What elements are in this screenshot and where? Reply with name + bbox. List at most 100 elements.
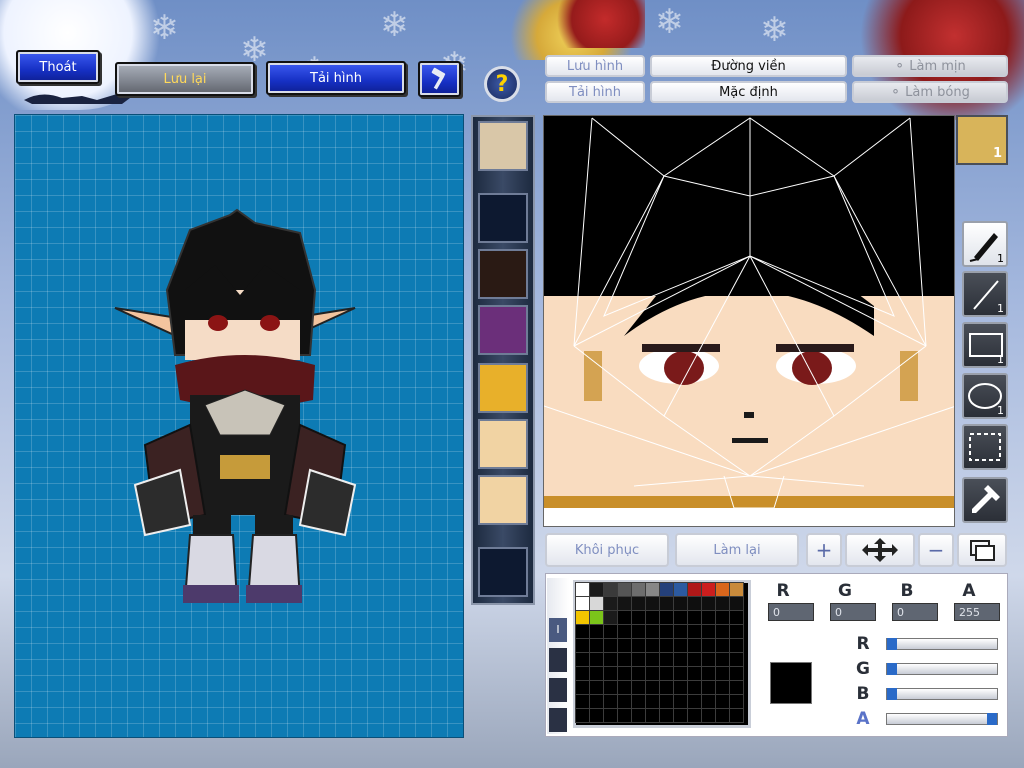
palette-color-cell[interactable] bbox=[659, 610, 674, 625]
palette-color-cell[interactable] bbox=[603, 708, 618, 723]
palette-color-cell[interactable] bbox=[715, 624, 730, 639]
palette-color-cell[interactable] bbox=[659, 582, 674, 597]
restore-button[interactable]: Khôi phục bbox=[545, 533, 669, 567]
palette-color-cell[interactable] bbox=[617, 666, 632, 681]
palette-color-cell[interactable] bbox=[645, 708, 660, 723]
palette-color-cell[interactable] bbox=[645, 624, 660, 639]
palette-color-cell[interactable] bbox=[729, 596, 744, 611]
palette-tab-4[interactable] bbox=[549, 708, 567, 732]
palette-color-cell[interactable] bbox=[617, 680, 632, 695]
palette-color-cell[interactable] bbox=[631, 624, 646, 639]
palette-color-cell[interactable] bbox=[575, 610, 590, 625]
palette-color-cell[interactable] bbox=[589, 610, 604, 625]
palette-color-cell[interactable] bbox=[603, 596, 618, 611]
palette-color-cell[interactable] bbox=[659, 694, 674, 709]
exit-button[interactable]: Thoát bbox=[16, 50, 100, 84]
palette-color-cell[interactable] bbox=[687, 638, 702, 653]
palette-color-cell[interactable] bbox=[715, 596, 730, 611]
palette-color-cell[interactable] bbox=[673, 652, 688, 667]
palette-color-cell[interactable] bbox=[659, 708, 674, 723]
palette-color-cell[interactable] bbox=[645, 694, 660, 709]
g-value-field[interactable]: 0 bbox=[830, 603, 876, 621]
palette-color-cell[interactable] bbox=[603, 582, 618, 597]
palette-color-cell[interactable] bbox=[603, 652, 618, 667]
palette-color-cell[interactable] bbox=[701, 694, 716, 709]
slider-knob[interactable] bbox=[887, 663, 897, 675]
palette-color-cell[interactable] bbox=[687, 680, 702, 695]
palette-color-cell[interactable] bbox=[575, 666, 590, 681]
palette-color-cell[interactable] bbox=[575, 708, 590, 723]
palette-color-cell[interactable] bbox=[701, 652, 716, 667]
palette-color-cell[interactable] bbox=[603, 666, 618, 681]
palette-color-cell[interactable] bbox=[575, 694, 590, 709]
face-skin-thumbnail[interactable] bbox=[478, 419, 528, 469]
empty-part-slot[interactable] bbox=[478, 547, 528, 597]
palette-color-cell[interactable] bbox=[687, 596, 702, 611]
palette-color-cell[interactable] bbox=[729, 708, 744, 723]
palette-color-cell[interactable] bbox=[687, 694, 702, 709]
palette-color-cell[interactable] bbox=[687, 624, 702, 639]
palette-color-cell[interactable] bbox=[589, 708, 604, 723]
palette-color-cell[interactable] bbox=[589, 638, 604, 653]
palette-color-cell[interactable] bbox=[603, 680, 618, 695]
palette-color-cell[interactable] bbox=[617, 596, 632, 611]
smooth-button[interactable]: ⚬ Làm mịn bbox=[852, 55, 1008, 77]
eyedropper-tool-button[interactable] bbox=[962, 477, 1008, 523]
a-value-field[interactable]: 255 bbox=[954, 603, 1000, 621]
save-button[interactable]: Lưu lại bbox=[115, 62, 255, 96]
color-palette-grid[interactable] bbox=[573, 580, 751, 728]
palette-color-cell[interactable] bbox=[701, 582, 716, 597]
shade-button[interactable]: ⚬ Làm bóng bbox=[852, 81, 1008, 103]
layer-button[interactable] bbox=[957, 533, 1007, 567]
palette-color-cell[interactable] bbox=[617, 708, 632, 723]
palette-color-cell[interactable] bbox=[645, 596, 660, 611]
palette-color-cell[interactable] bbox=[575, 652, 590, 667]
head-part-thumbnail[interactable] bbox=[478, 121, 528, 171]
palette-tab-2[interactable] bbox=[549, 648, 567, 672]
g-slider[interactable] bbox=[886, 663, 998, 675]
armor-part-thumbnail[interactable] bbox=[478, 305, 528, 355]
rectangle-tool-button[interactable]: 1 bbox=[962, 322, 1008, 368]
palette-color-cell[interactable] bbox=[715, 666, 730, 681]
palette-color-cell[interactable] bbox=[701, 666, 716, 681]
character-preview-canvas[interactable] bbox=[14, 114, 464, 738]
palette-color-cell[interactable] bbox=[701, 638, 716, 653]
palette-color-cell[interactable] bbox=[603, 624, 618, 639]
palette-color-cell[interactable] bbox=[687, 666, 702, 681]
palette-color-cell[interactable] bbox=[673, 680, 688, 695]
palette-color-cell[interactable] bbox=[673, 638, 688, 653]
palette-color-cell[interactable] bbox=[673, 610, 688, 625]
palette-color-cell[interactable] bbox=[645, 666, 660, 681]
b-value-field[interactable]: 0 bbox=[892, 603, 938, 621]
palette-color-cell[interactable] bbox=[631, 694, 646, 709]
palette-color-cell[interactable] bbox=[687, 708, 702, 723]
palette-color-cell[interactable] bbox=[715, 610, 730, 625]
palette-color-cell[interactable] bbox=[589, 680, 604, 695]
palette-color-cell[interactable] bbox=[729, 652, 744, 667]
palette-color-cell[interactable] bbox=[631, 596, 646, 611]
line-tool-button[interactable]: 1 bbox=[962, 271, 1008, 317]
palette-color-cell[interactable] bbox=[603, 610, 618, 625]
face-preview-thumbnail[interactable]: 1 bbox=[956, 115, 1008, 165]
palette-color-cell[interactable] bbox=[617, 582, 632, 597]
zoom-in-button[interactable]: + bbox=[806, 533, 842, 567]
ellipse-tool-button[interactable]: 1 bbox=[962, 373, 1008, 419]
palette-color-cell[interactable] bbox=[617, 610, 632, 625]
palette-color-cell[interactable] bbox=[673, 582, 688, 597]
palette-color-cell[interactable] bbox=[575, 596, 590, 611]
palette-color-cell[interactable] bbox=[645, 610, 660, 625]
palette-color-cell[interactable] bbox=[589, 596, 604, 611]
palette-color-cell[interactable] bbox=[645, 652, 660, 667]
palette-color-cell[interactable] bbox=[715, 708, 730, 723]
palette-color-cell[interactable] bbox=[631, 582, 646, 597]
palette-color-cell[interactable] bbox=[701, 708, 716, 723]
palette-color-cell[interactable] bbox=[617, 624, 632, 639]
palette-color-cell[interactable] bbox=[729, 638, 744, 653]
palette-color-cell[interactable] bbox=[701, 624, 716, 639]
palette-color-cell[interactable] bbox=[631, 638, 646, 653]
empty-part-slot[interactable] bbox=[478, 193, 528, 243]
a-slider[interactable] bbox=[886, 713, 998, 725]
palette-color-cell[interactable] bbox=[603, 694, 618, 709]
palette-color-cell[interactable] bbox=[715, 694, 730, 709]
palette-color-cell[interactable] bbox=[589, 666, 604, 681]
